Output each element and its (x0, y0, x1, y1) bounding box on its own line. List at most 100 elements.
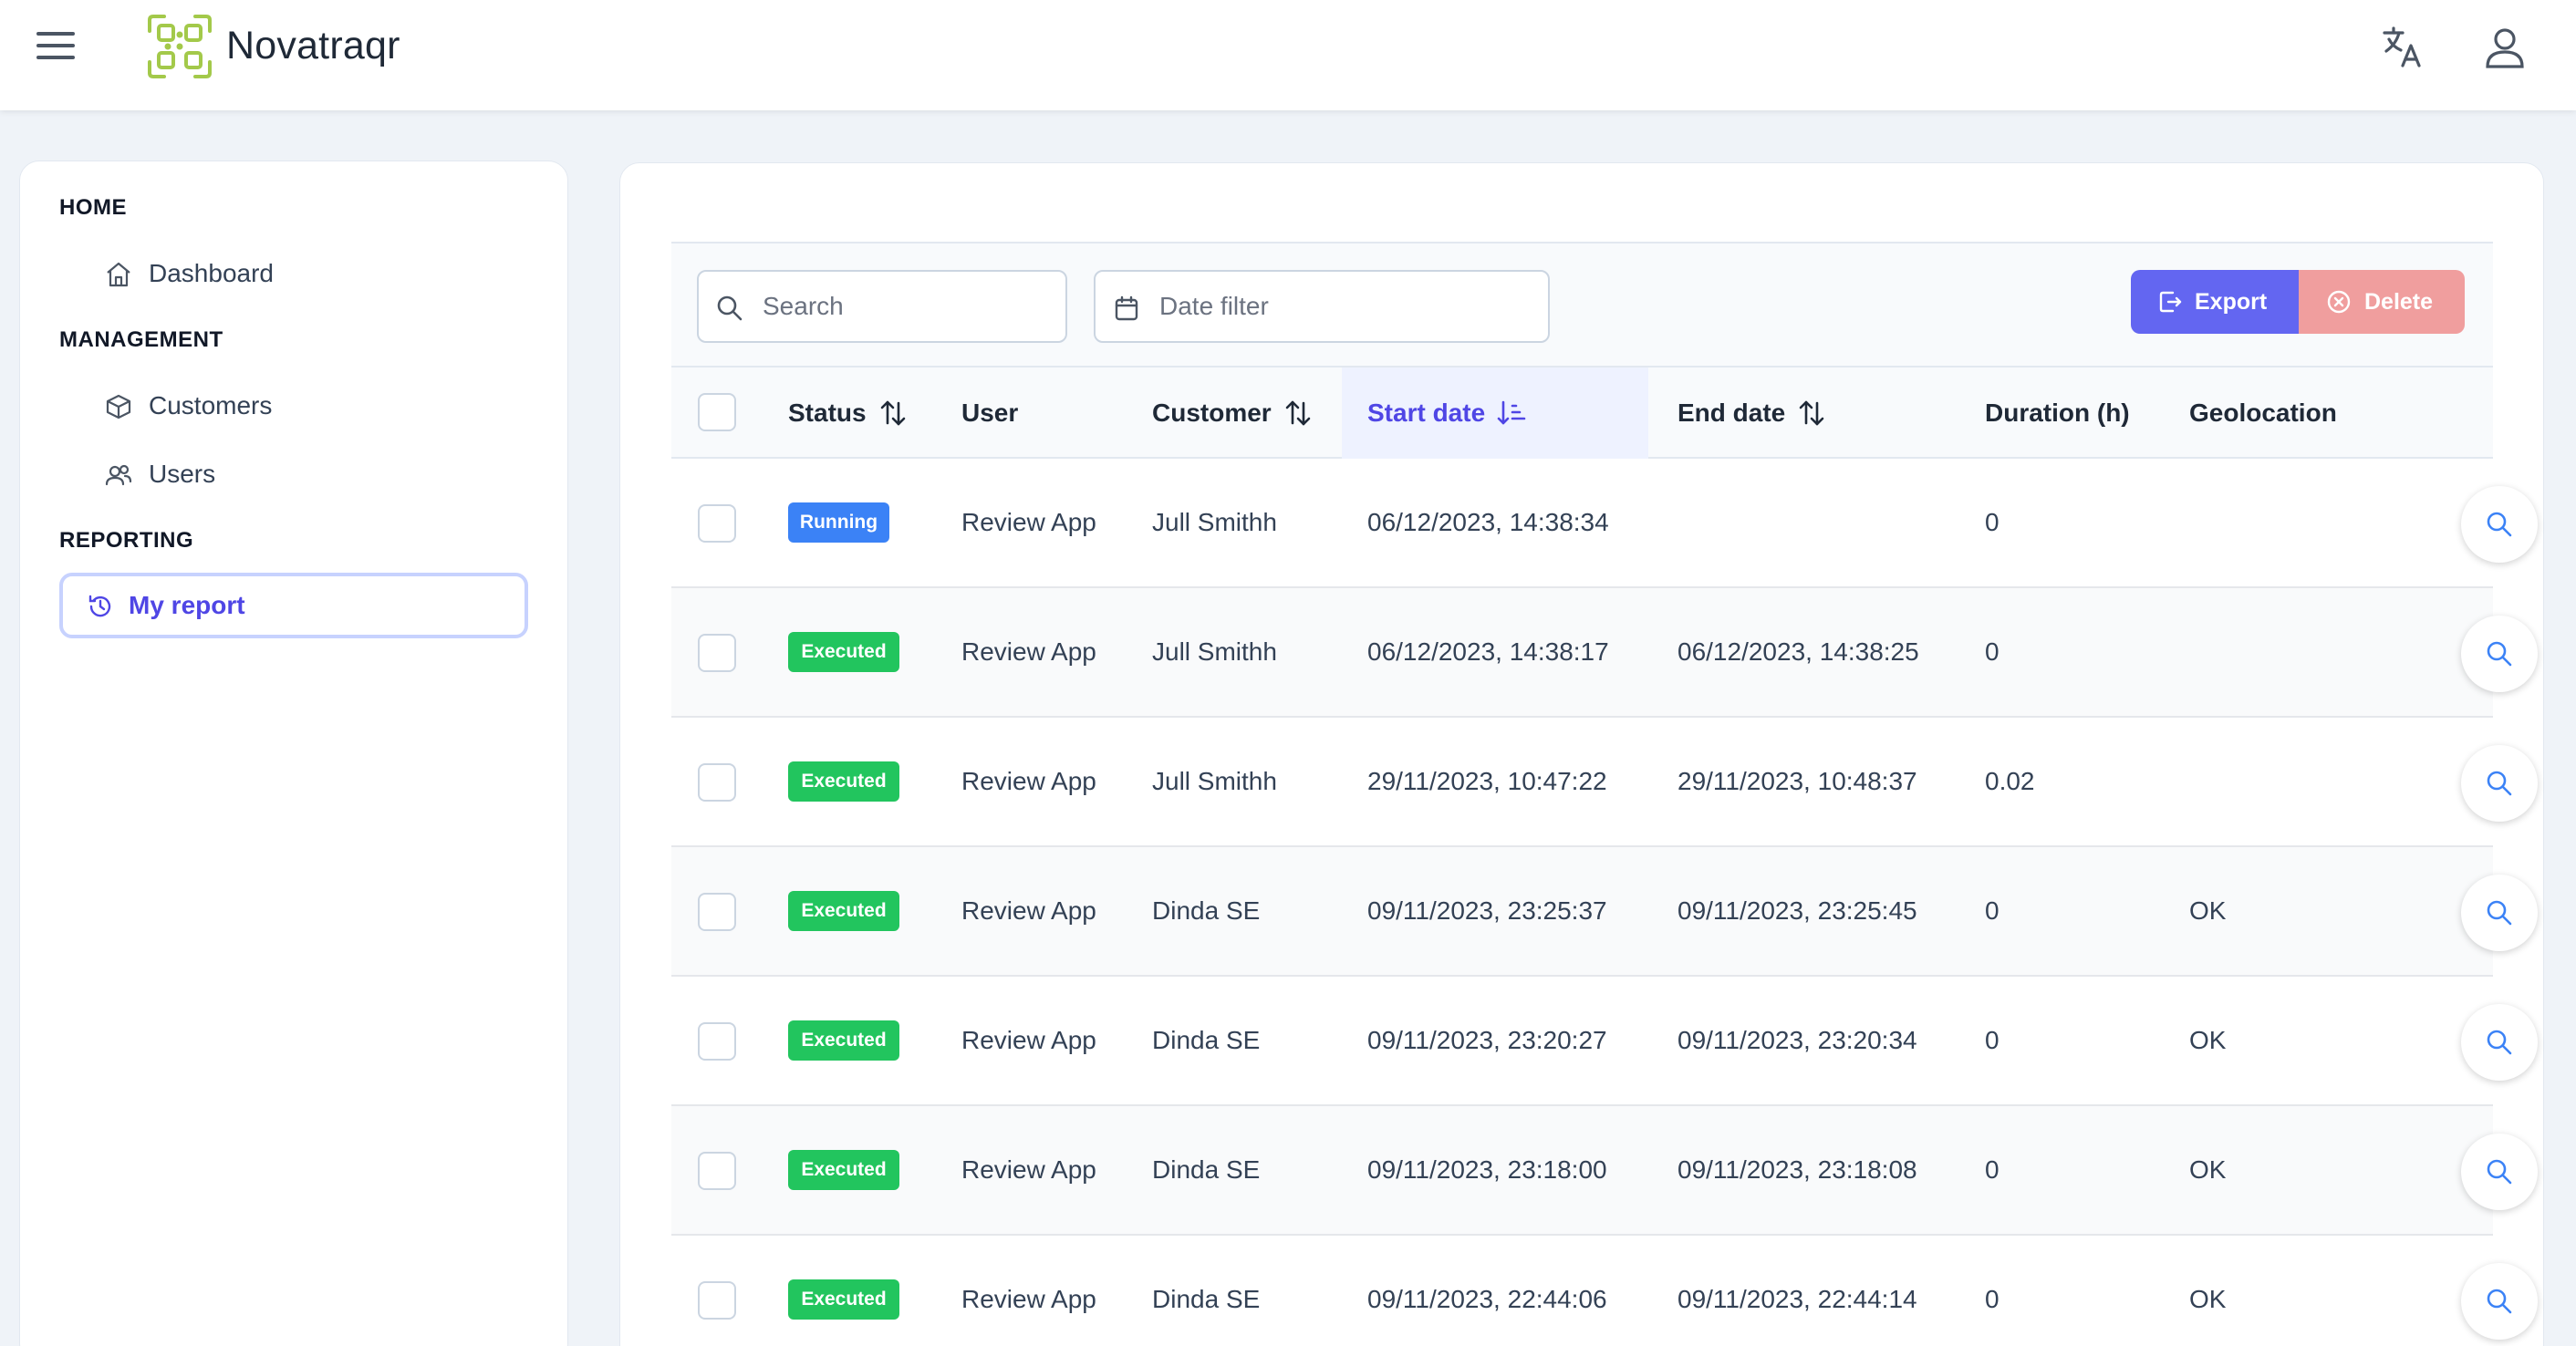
section-management: MANAGEMENT (59, 327, 223, 352)
sidebar-item-label: Users (149, 460, 216, 488)
view-details-button[interactable] (2461, 745, 2538, 822)
translate-icon[interactable] (2379, 24, 2426, 71)
view-details-button[interactable] (2461, 486, 2538, 563)
row-checkbox[interactable] (698, 763, 736, 802)
view-details-button[interactable] (2461, 875, 2538, 951)
user-cell: Review App (961, 896, 1096, 925)
search-icon (2487, 512, 2512, 537)
row-checkbox[interactable] (698, 1022, 736, 1061)
search-input[interactable]: Search (697, 270, 1067, 343)
start-date-cell: 06/12/2023, 14:38:34 (1367, 508, 1609, 536)
customer-cell: Jull Smithh (1152, 637, 1277, 666)
sort-descending-icon (1497, 400, 1526, 425)
duration-cell: 0 (1985, 1155, 2000, 1184)
sidebar: HOME Dashboard MANAGEMENT Customers User… (19, 160, 568, 1346)
date-filter-input[interactable]: Date filter (1094, 270, 1550, 343)
table-row: Running Review App Jull Smithh 06/12/2023, … (671, 459, 2538, 588)
user-cell: Review App (961, 1285, 1096, 1313)
column-customer[interactable]: Customer (1152, 368, 1314, 459)
column-status[interactable]: Status (788, 368, 909, 459)
column-user[interactable]: User (961, 368, 1018, 459)
end-date-cell: 09/11/2023, 23:18:08 (1678, 1155, 1917, 1184)
box-icon (106, 394, 131, 419)
view-details-button[interactable] (2461, 1134, 2538, 1210)
delete-button[interactable]: Delete (2299, 270, 2465, 334)
sort-icon (1285, 400, 1311, 426)
search-icon (2487, 1289, 2512, 1314)
view-details-button[interactable] (2461, 1004, 2538, 1081)
status-badge: Executed (788, 761, 899, 802)
view-details-button[interactable] (2461, 616, 2538, 692)
start-date-cell: 09/11/2023, 23:20:27 (1367, 1026, 1607, 1054)
select-all-checkbox[interactable] (698, 393, 736, 431)
menu-icon[interactable] (36, 27, 80, 64)
start-date-cell: 29/11/2023, 10:47:22 (1367, 767, 1607, 795)
column-geolocation[interactable]: Geolocation (2189, 368, 2337, 459)
history-icon (88, 595, 111, 617)
column-label: Geolocation (2189, 399, 2337, 427)
user-cell: Review App (961, 1155, 1096, 1184)
column-end-date[interactable]: End date (1678, 368, 1827, 459)
geolocation-cell: OK (2189, 1285, 2227, 1313)
end-date-cell: 29/11/2023, 10:48:37 (1678, 767, 1917, 795)
column-start-date[interactable]: Start date (1342, 368, 1648, 459)
status-badge: Executed (788, 1020, 899, 1061)
sidebar-item-users[interactable]: Users (59, 441, 528, 507)
status-badge: Executed (788, 1279, 899, 1320)
geolocation-cell: OK (2189, 896, 2227, 925)
end-date-cell: 06/12/2023, 14:38:25 (1678, 637, 1919, 666)
search-icon (2487, 1159, 2512, 1185)
search-icon (2487, 900, 2512, 926)
search-icon (2487, 1030, 2512, 1055)
table-header: Status User Customer Start date End date… (671, 366, 2493, 459)
user-cell: Review App (961, 1026, 1096, 1054)
end-date-cell: 09/11/2023, 23:20:34 (1678, 1026, 1917, 1054)
table-row: Executed Review App Dinda SE 09/11/2023, 23… (671, 1106, 2538, 1236)
table-row: Executed Review App Jull Smithh 29/11/2023,… (671, 718, 2538, 847)
delete-circle-icon (2327, 290, 2351, 314)
table-row: Executed Review App Jull Smithh 06/12/2023,… (671, 588, 2538, 718)
sidebar-item-dashboard[interactable]: Dashboard (59, 241, 528, 306)
brand-name: Novatraqr (226, 24, 400, 67)
customer-cell: Jull Smithh (1152, 508, 1277, 536)
customer-cell: Dinda SE (1152, 1026, 1261, 1054)
top-bar: Novatraqr (0, 0, 2576, 110)
row-checkbox[interactable] (698, 893, 736, 931)
column-duration[interactable]: Duration (h) (1985, 368, 2130, 459)
table-toolbar: Search Date filter Export Delete (671, 242, 2493, 366)
row-checkbox[interactable] (698, 504, 736, 543)
start-date-cell: 09/11/2023, 22:44:06 (1367, 1285, 1607, 1313)
status-badge: Running (788, 502, 889, 543)
user-icon[interactable] (2481, 24, 2529, 71)
column-label: Customer (1152, 399, 1272, 427)
section-reporting: REPORTING (59, 528, 194, 553)
export-button[interactable]: Export (2131, 270, 2299, 334)
start-date-cell: 06/12/2023, 14:38:17 (1367, 637, 1609, 666)
status-badge: Executed (788, 1150, 899, 1190)
row-checkbox[interactable] (698, 1152, 736, 1190)
sort-icon (1799, 400, 1824, 426)
logo-icon (148, 15, 212, 78)
sort-icon (880, 400, 905, 426)
row-checkbox[interactable] (698, 1281, 736, 1320)
export-label: Export (2195, 288, 2268, 315)
table-row: Executed Review App Dinda SE 09/11/2023, 23… (671, 847, 2538, 977)
sidebar-item-label: Customers (149, 391, 273, 419)
sidebar-item-my-report[interactable]: My report (59, 573, 528, 638)
row-checkbox[interactable] (698, 634, 736, 672)
main-panel: Search Date filter Export Delete Status … (619, 162, 2544, 1346)
column-label: End date (1678, 399, 1786, 427)
search-icon (2487, 771, 2512, 796)
end-date-cell: 09/11/2023, 23:25:45 (1678, 896, 1917, 925)
start-date-cell: 09/11/2023, 23:25:37 (1367, 896, 1607, 925)
user-cell: Review App (961, 637, 1096, 666)
delete-label: Delete (2364, 288, 2434, 315)
view-details-button[interactable] (2461, 1263, 2538, 1340)
duration-cell: 0 (1985, 1285, 2000, 1313)
section-home: HOME (59, 195, 127, 220)
geolocation-cell: OK (2189, 1155, 2227, 1184)
duration-cell: 0 (1985, 896, 2000, 925)
column-label: Duration (h) (1985, 399, 2130, 427)
sidebar-item-customers[interactable]: Customers (59, 373, 528, 439)
user-cell: Review App (961, 767, 1096, 795)
